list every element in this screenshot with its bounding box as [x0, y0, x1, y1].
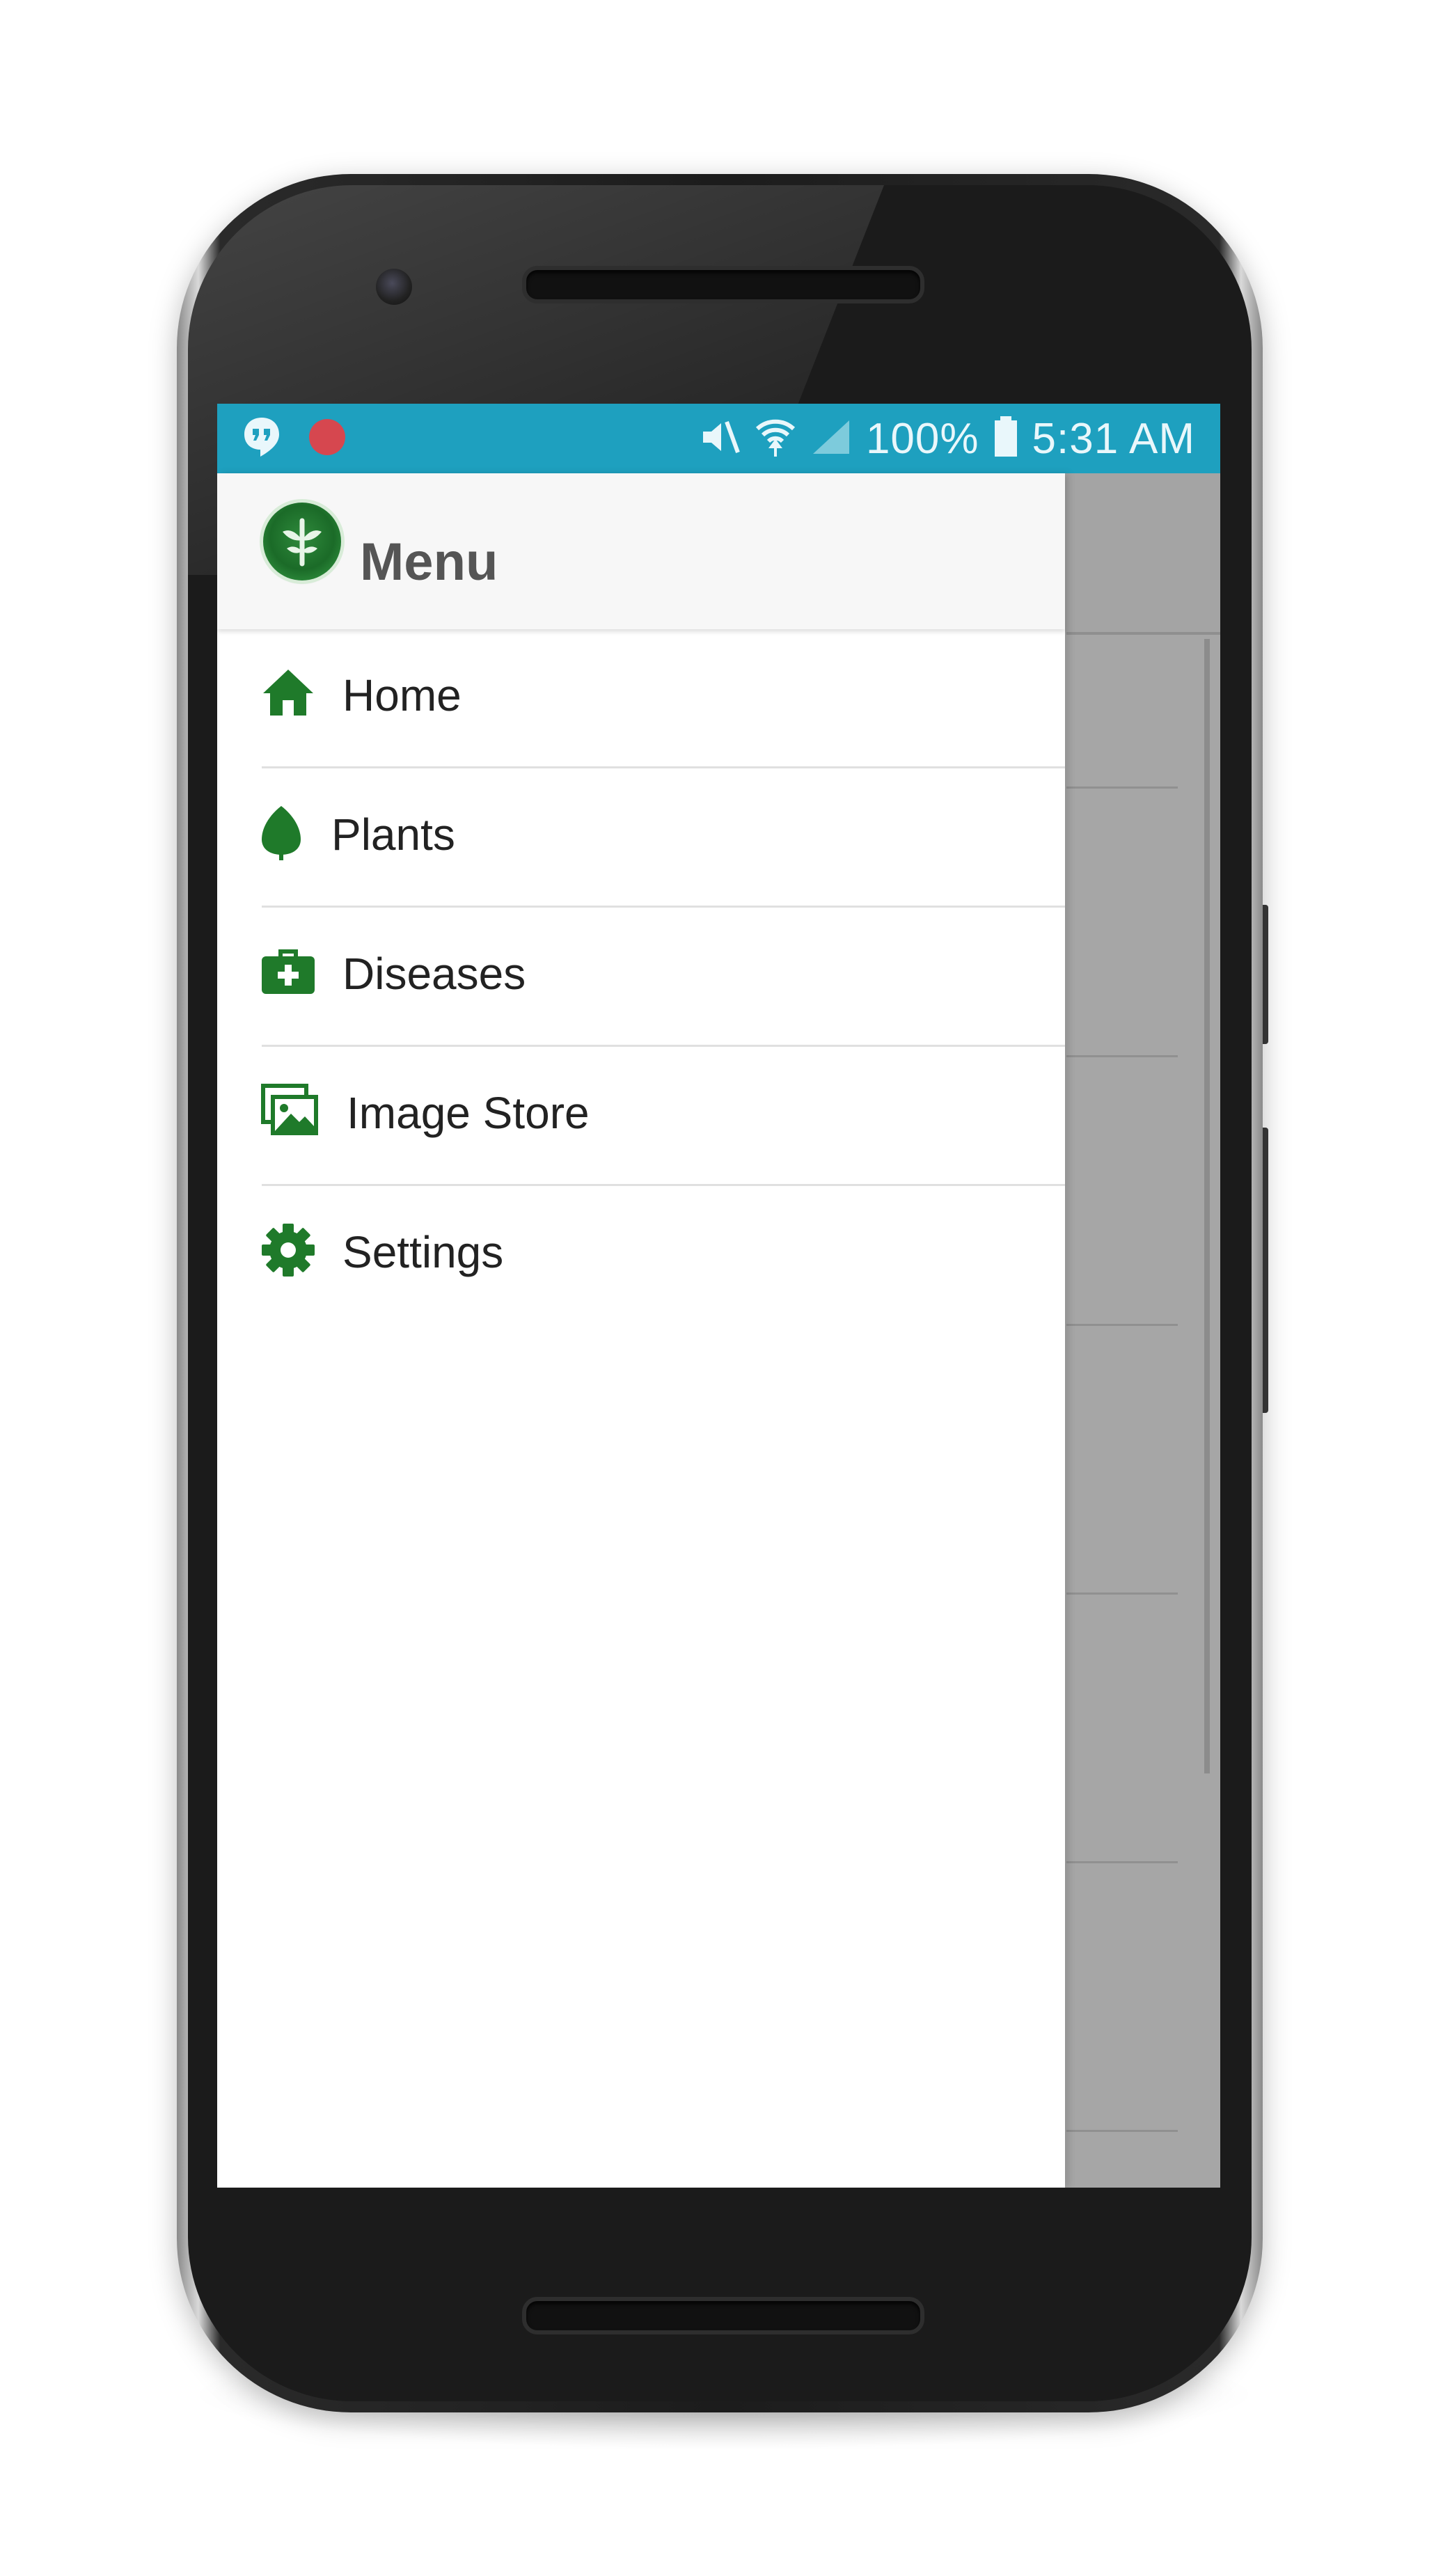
background-divider [1066, 1861, 1178, 1863]
clock: 5:31 AM [1032, 414, 1195, 463]
medical-kit-icon [260, 944, 316, 999]
hangouts-icon [242, 416, 281, 461]
background-divider [1066, 787, 1178, 789]
background-divider [1066, 1055, 1178, 1057]
background-divider [1066, 2130, 1178, 2132]
menu-item-label: Settings [342, 1227, 504, 1277]
record-icon [308, 418, 347, 460]
status-bar-right: 100% 5:31 AM [699, 404, 1195, 473]
menu-item-settings[interactable]: Settings [217, 1186, 1065, 1325]
menu-item-image-store[interactable]: Image Store [217, 1047, 1065, 1186]
menu-item-home[interactable]: Home [217, 629, 1065, 768]
menu-item-label: Plants [331, 809, 455, 860]
drawer-title: Menu [360, 532, 498, 592]
gear-icon [260, 1222, 316, 1278]
drawer-menu: Home Plants Diseases Image Store Setting… [217, 629, 1065, 1325]
navigation-drawer: Menu Home Plants Diseases Image Store Se… [217, 473, 1065, 2188]
menu-item-plants[interactable]: Plants [217, 768, 1065, 908]
signal-icon [810, 418, 852, 460]
battery-percent: 100% [865, 414, 979, 463]
background-scrollbar [1204, 639, 1210, 1773]
top-speaker [522, 266, 924, 303]
phone-screen: 100% 5:31 AM Menu Home Plants Diseases I… [217, 404, 1220, 2188]
status-bar: 100% 5:31 AM [217, 404, 1220, 473]
menu-item-label: Home [342, 670, 462, 720]
device-mockup: 100% 5:31 AM Menu Home Plants Diseases I… [0, 0, 1443, 2576]
menu-item-label: Image Store [347, 1088, 590, 1138]
background-divider [1066, 1593, 1178, 1595]
leaf-icon [260, 805, 316, 860]
home-icon [260, 665, 316, 721]
images-icon [260, 1083, 318, 1139]
front-camera [376, 269, 412, 305]
app-logo [263, 503, 341, 580]
background-app-header [1066, 473, 1220, 635]
menu-item-label: Diseases [342, 949, 526, 999]
menu-item-diseases[interactable]: Diseases [217, 908, 1065, 1047]
background-divider [1066, 1324, 1178, 1326]
mute-icon [699, 418, 741, 460]
status-bar-left [242, 404, 347, 473]
battery-icon [993, 416, 1018, 461]
wifi-icon [755, 416, 796, 461]
drawer-header: Menu [217, 473, 1065, 629]
bottom-speaker [522, 2297, 924, 2334]
